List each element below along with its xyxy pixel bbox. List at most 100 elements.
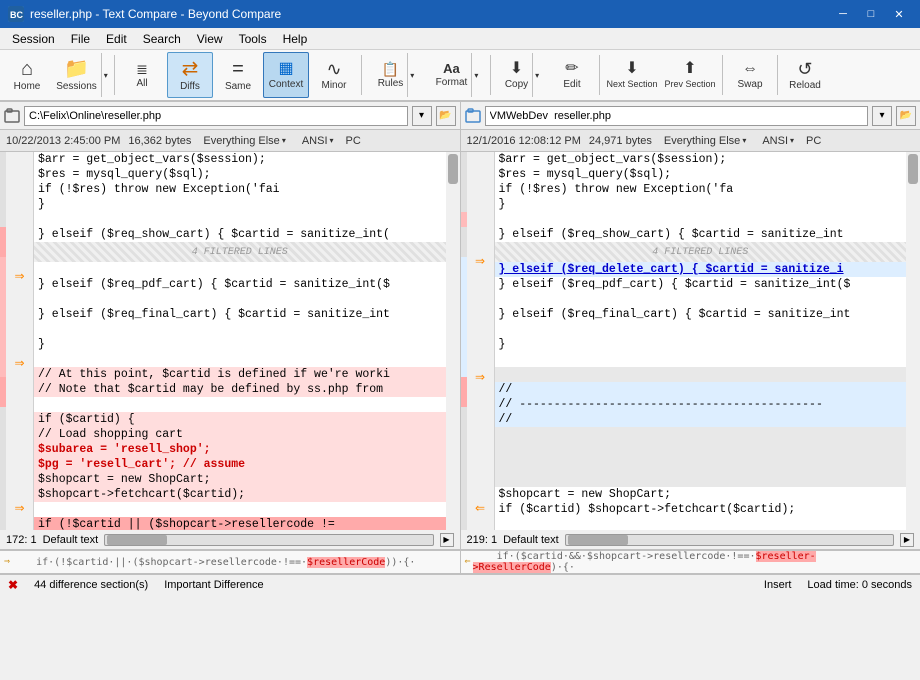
menu-search[interactable]: Search	[135, 30, 189, 48]
maximize-button[interactable]: □	[858, 4, 884, 24]
gutter-line	[6, 225, 33, 240]
left-mini-code: if·(!$cartid·||·($shopcart->resellercode…	[12, 557, 415, 568]
left-arrow-2: ⇒	[14, 356, 24, 370]
home-button[interactable]: ⌂ Home	[4, 52, 50, 98]
right-scrollbar[interactable]	[906, 152, 920, 530]
left-code-panel[interactable]: ⇒ ⇒ ⇒ $arr = get_o	[0, 152, 461, 530]
left-hscrollbar[interactable]	[104, 534, 433, 546]
left-date: 10/22/2013 2:45:00 PM	[6, 135, 120, 147]
code-line	[495, 352, 907, 367]
gutter-line: ⇒	[6, 355, 33, 370]
right-filter-arrow: ▾	[742, 136, 746, 145]
gutter-line	[467, 515, 494, 530]
same-button[interactable]: = Same	[215, 52, 261, 98]
minimize-button[interactable]: ─	[830, 4, 856, 24]
swap-button[interactable]: ⇔ Swap	[727, 52, 773, 98]
format-button[interactable]: Aa Format ▾	[426, 52, 486, 98]
code-line: $res = mysql_query($sql);	[495, 167, 907, 182]
gutter-line	[467, 355, 494, 370]
sessions-button[interactable]: 📁 Sessions ▾	[52, 52, 110, 98]
code-line: $subarea = 'resell_shop';	[34, 442, 446, 457]
menu-help[interactable]: Help	[275, 30, 316, 48]
copy-label: Copy	[505, 79, 528, 90]
left-path-dropdown[interactable]: ▾	[412, 106, 432, 126]
sessions-dropdown-arrow[interactable]: ▾	[101, 53, 110, 97]
diffs-button[interactable]: ⇄ Diffs	[167, 52, 213, 98]
rules-dropdown-arrow[interactable]: ▾	[407, 53, 416, 97]
left-scrollbar[interactable]	[446, 152, 460, 530]
left-filter-dropdown[interactable]: Everything Else ▾	[199, 133, 289, 149]
right-path-dropdown[interactable]: ▾	[872, 106, 892, 126]
right-minimap: ⇐ if·($cartid·&&·$shopcart->resellercode…	[461, 551, 920, 573]
right-encoding: ANSI	[762, 135, 788, 147]
left-gutter: ⇒ ⇒ ⇒	[6, 152, 34, 530]
copy-dropdown-arrow[interactable]: ▾	[532, 53, 541, 97]
left-path-icon	[4, 108, 20, 124]
right-hscrollbar[interactable]	[565, 534, 894, 546]
left-encoding-dropdown[interactable]: ANSI ▾	[298, 133, 338, 149]
minor-button[interactable]: ∿ Minor	[311, 52, 357, 98]
format-icon: Aa	[443, 62, 460, 75]
next-section-button[interactable]: ⬇ Next Section	[604, 52, 660, 98]
format-dropdown-arrow[interactable]: ▾	[471, 53, 480, 97]
gutter-line	[467, 239, 494, 254]
infobars: 10/22/2013 2:45:00 PM 16,362 bytes Every…	[0, 130, 920, 152]
gutter-line	[467, 196, 494, 211]
right-infobar: 12/1/2016 12:08:12 PM 24,971 bytes Every…	[461, 130, 920, 151]
right-line-ending: PC	[806, 135, 821, 147]
reload-button[interactable]: ↺ Reload	[782, 52, 828, 98]
code-line: $arr = get_object_vars($session);	[34, 152, 446, 167]
right-filter-dropdown[interactable]: Everything Else ▾	[660, 133, 750, 149]
right-size: 24,971 bytes	[589, 135, 652, 147]
close-button[interactable]: ✕	[886, 4, 912, 24]
gutter-line	[467, 268, 494, 283]
left-path-input[interactable]	[24, 106, 408, 126]
code-line: if (!$res) throw new Exception('fa	[495, 182, 907, 197]
edit-icon: ✏	[565, 61, 578, 77]
gutter-line	[467, 297, 494, 312]
edit-button[interactable]: ✏ Edit	[549, 52, 595, 98]
code-line: }	[34, 337, 446, 352]
right-path-open[interactable]: 📂	[896, 106, 916, 126]
all-button[interactable]: ≣ All	[119, 52, 165, 98]
swap-label: Swap	[737, 79, 762, 90]
format-label: Format	[436, 77, 468, 88]
left-minimap: ⇒ if·(!$cartid·||·($shopcart->resellerco…	[0, 551, 461, 573]
edit-mode: Insert	[764, 579, 792, 591]
context-button[interactable]: ▦ Context	[263, 52, 309, 98]
code-line	[495, 212, 907, 227]
gutter-line	[467, 181, 494, 196]
gutter-line	[467, 326, 494, 341]
separator-3	[490, 55, 491, 95]
code-line: if ($cartid) $shopcart->fetchcart($carti…	[495, 502, 907, 517]
code-line: } elseif ($req_show_cart) { $cartid = sa…	[34, 227, 446, 242]
gutter-line	[6, 283, 33, 298]
prev-section-button[interactable]: ⬆ Prev Section	[662, 52, 718, 98]
rules-button[interactable]: 📋 Rules ▾	[366, 52, 424, 98]
menu-edit[interactable]: Edit	[98, 30, 135, 48]
code-line	[34, 322, 446, 337]
gutter-line	[6, 254, 33, 269]
left-path-open[interactable]: 📂	[436, 106, 456, 126]
gutter-line	[467, 486, 494, 501]
code-line	[495, 367, 907, 382]
right-path-input[interactable]	[485, 106, 869, 126]
right-encoding-dropdown[interactable]: ANSI ▾	[758, 133, 798, 149]
right-code-panel[interactable]: ⇒ ⇒ ⇐ $arr	[461, 152, 920, 530]
right-scroll-right[interactable]: ▶	[900, 533, 914, 547]
menu-tools[interactable]: Tools	[231, 30, 275, 48]
left-code-content[interactable]: $arr = get_object_vars($session); $res =…	[34, 152, 446, 530]
right-code-content[interactable]: $arr = get_object_vars($session); $res =…	[495, 152, 907, 530]
menu-view[interactable]: View	[189, 30, 231, 48]
code-line: if (!$cartid || ($shopcart->resellercode…	[34, 517, 446, 530]
menu-session[interactable]: Session	[4, 30, 63, 48]
sessions-main[interactable]: 📁 Sessions	[52, 57, 101, 94]
menu-file[interactable]: File	[63, 30, 98, 48]
copy-button[interactable]: ⬇ Copy ▾	[495, 52, 547, 98]
right-text-type: Default text	[503, 534, 559, 546]
right-mini-highlight: $reseller->ResellerCode	[473, 551, 816, 573]
home-label: Home	[14, 81, 41, 92]
left-scroll-right[interactable]: ▶	[440, 533, 454, 547]
gutter-line	[6, 152, 33, 167]
gutter-line: ⇒	[467, 370, 494, 385]
